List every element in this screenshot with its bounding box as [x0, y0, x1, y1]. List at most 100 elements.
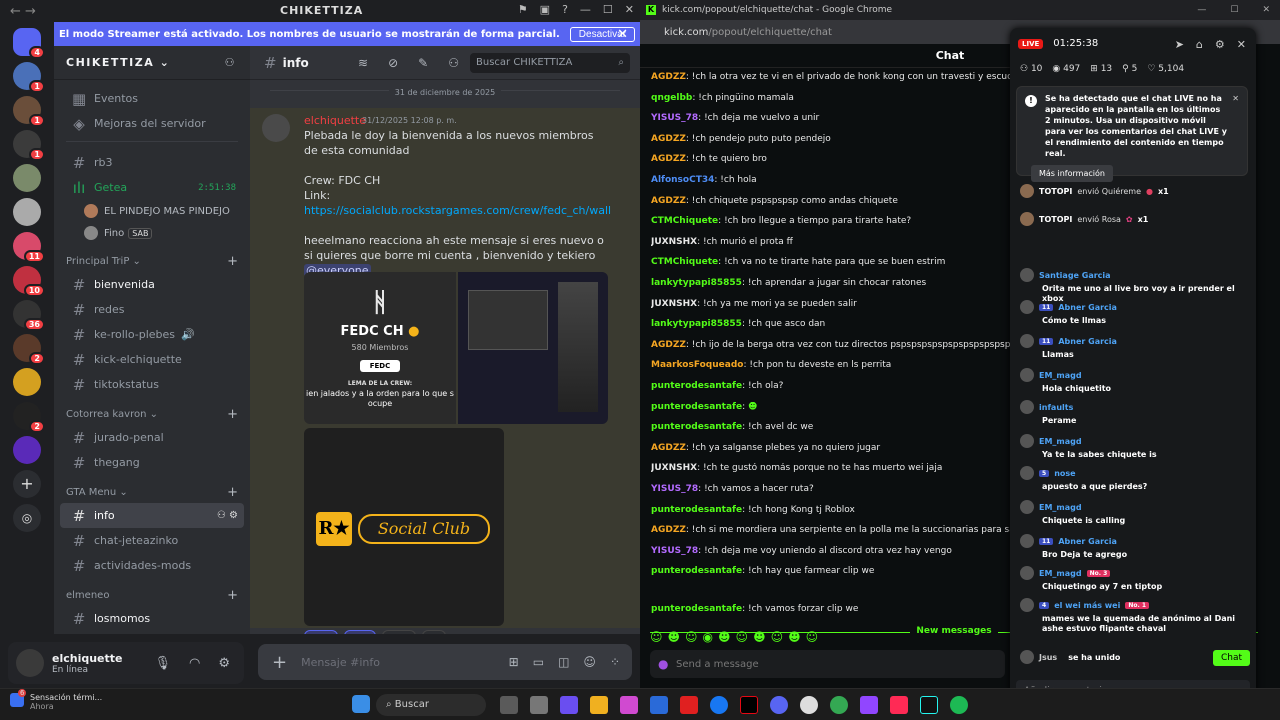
channel-jurado-penal[interactable]: # jurado-penal: [60, 425, 244, 450]
chat-username[interactable]: AGDZZ: [651, 72, 686, 82]
invite-people-icon[interactable]: ⚇: [225, 56, 236, 69]
comment-username[interactable]: EM_magd: [1039, 371, 1082, 380]
channel-tiktokstatus[interactable]: # tiktokstatus: [60, 372, 244, 397]
screenshot-image[interactable]: [458, 272, 608, 424]
chat-username[interactable]: AGDZZ: [651, 525, 686, 535]
channel-ke-rollo-plebes[interactable]: # ke-rollo-plebes 🔊: [60, 322, 244, 347]
add-channel-icon[interactable]: +: [227, 407, 238, 422]
emoji-icon[interactable]: ☺: [583, 655, 596, 669]
settings-icon[interactable]: ⚇ ⚙: [217, 510, 238, 521]
app-icon[interactable]: [800, 696, 818, 714]
close-alert-icon[interactable]: ✕: [1232, 93, 1239, 104]
message-composer[interactable]: + Mensaje #info ⊞ ▭ ◫ ☺ ⁘: [258, 644, 632, 680]
spotify-icon[interactable]: [950, 696, 968, 714]
gear-icon[interactable]: ⚙: [1215, 38, 1225, 51]
chat-username[interactable]: AGDZZ: [651, 154, 686, 164]
weather-notification[interactable]: 6 Sensación térmi... Ahora: [10, 689, 102, 711]
server-icon[interactable]: 1: [13, 130, 45, 161]
chat-username[interactable]: JUXNSHX: [651, 463, 697, 473]
channel-chat-jeteazinko[interactable]: # chat-jeteazinko: [60, 528, 244, 553]
add-server-icon[interactable]: +: [13, 470, 41, 498]
close-icon[interactable]: ✕: [1237, 38, 1246, 51]
server-icon[interactable]: [13, 368, 41, 396]
reaction[interactable]: ☻1: [304, 630, 338, 634]
chat-username[interactable]: JUXNSHX: [651, 237, 697, 247]
chat-username[interactable]: AGDZZ: [651, 340, 686, 350]
close-icon[interactable]: ✕: [625, 3, 634, 16]
threads-icon[interactable]: ≋: [358, 56, 368, 70]
server-icon[interactable]: 10: [13, 266, 45, 297]
taskbar-search[interactable]: ⌕ Buscar: [376, 694, 486, 716]
chat-username[interactable]: lankytypapi85855: [651, 278, 742, 288]
close-icon[interactable]: ✕: [1262, 5, 1270, 15]
discover-icon[interactable]: ◎: [13, 504, 41, 532]
message-author[interactable]: elchiquette: [304, 114, 366, 127]
chrome-icon[interactable]: [830, 696, 848, 714]
lock-icon[interactable]: ⌂: [1196, 38, 1203, 51]
emote-icon[interactable]: ☺: [806, 630, 819, 644]
chat-username[interactable]: AGDZZ: [651, 196, 686, 206]
category-principal[interactable]: Principal TriP ⌄ +: [54, 250, 250, 272]
copilot-icon[interactable]: [620, 696, 638, 714]
channel-bienvenida[interactable]: # bienvenida: [60, 272, 244, 297]
more-info-button[interactable]: Más información: [1031, 165, 1113, 182]
channel-info[interactable]: # info ⚇ ⚙: [60, 503, 244, 528]
sidebar-item-events[interactable]: ▦ Eventos: [60, 86, 244, 111]
chat-username[interactable]: MaarkosFoqueado: [651, 360, 743, 370]
chat-username[interactable]: CTMChiquete: [651, 216, 718, 226]
voice-channel-getea[interactable]: ılı Getea 2:51:38: [60, 175, 244, 200]
search-input[interactable]: Buscar CHIKETTIZA ⌕: [470, 53, 630, 73]
add-channel-icon[interactable]: +: [227, 254, 238, 269]
category-cotorrea[interactable]: Cotorrea kavron ⌄ +: [54, 403, 250, 425]
server-icon[interactable]: [13, 436, 41, 464]
maximize-icon[interactable]: ☐: [603, 3, 613, 16]
comment-username[interactable]: EM_magd: [1039, 503, 1082, 512]
server-icon[interactable]: 11: [13, 232, 45, 263]
comment-username[interactable]: Abner Garcia: [1058, 537, 1117, 546]
emote-icon[interactable]: ☺: [736, 630, 749, 644]
server-icon[interactable]: 36: [13, 300, 45, 331]
chat-username[interactable]: qngelbb: [651, 93, 692, 103]
microphone-icon[interactable]: ●: [658, 657, 668, 671]
chat-username[interactable]: JUXNSHX: [651, 299, 697, 309]
comment-username[interactable]: infaults: [1039, 403, 1073, 412]
comment-username[interactable]: EM_magd: [1039, 437, 1082, 446]
chat-username[interactable]: punterodesantafe: [651, 422, 742, 432]
discord-home-icon[interactable]: 4: [13, 28, 45, 59]
server-icon[interactable]: 1: [13, 96, 45, 127]
emote-icon[interactable]: ☻: [668, 630, 681, 644]
app-icon[interactable]: [500, 696, 518, 714]
chat-username[interactable]: lankytypapi85855: [651, 319, 742, 329]
chat-username[interactable]: YISUS_78: [651, 484, 698, 494]
emote-icon[interactable]: ◉: [703, 630, 713, 644]
chat-username[interactable]: AlfonsoCT34: [651, 175, 714, 185]
app-icon[interactable]: [890, 696, 908, 714]
minimize-icon[interactable]: —: [580, 3, 591, 16]
chat-button[interactable]: Chat: [1212, 650, 1250, 666]
comment-username[interactable]: el wei más wei: [1054, 601, 1120, 610]
netflix-icon[interactable]: [740, 696, 758, 714]
help-icon[interactable]: ?: [562, 3, 568, 16]
channel-redes[interactable]: # redes: [60, 297, 244, 322]
channel-actividades-mods[interactable]: # actividades-mods: [60, 553, 244, 578]
back-forward-arrows-icon[interactable]: ← →: [10, 4, 50, 19]
app-icon[interactable]: [560, 696, 578, 714]
reaction[interactable]: ☠1: [343, 630, 377, 634]
category-gta-menu[interactable]: GTA Menu ⌄ +: [54, 481, 250, 503]
channel-thegang[interactable]: # thegang: [60, 450, 244, 475]
server-icon[interactable]: [13, 164, 41, 192]
file-explorer-icon[interactable]: [530, 696, 548, 714]
emote-icon[interactable]: ☻: [718, 630, 731, 644]
start-icon[interactable]: [352, 695, 370, 713]
sticker-icon[interactable]: ◫: [558, 655, 569, 669]
gear-icon[interactable]: ⚙: [218, 656, 230, 671]
emote-icon[interactable]: ☺: [650, 630, 663, 644]
apps-icon[interactable]: ⁘: [610, 655, 620, 669]
chat-username[interactable]: punterodesantafe: [651, 402, 742, 412]
inbox-icon[interactable]: ⚑: [518, 3, 528, 16]
sidebar-item-boosts[interactable]: ◈ Mejoras del servidor: [60, 111, 244, 136]
comment-username[interactable]: Santiage Garcia: [1039, 271, 1111, 280]
comment-username[interactable]: EM_magd: [1039, 569, 1082, 578]
channel-rb3[interactable]: # rb3: [60, 150, 244, 175]
mute-icon[interactable]: ⊘: [388, 56, 398, 70]
